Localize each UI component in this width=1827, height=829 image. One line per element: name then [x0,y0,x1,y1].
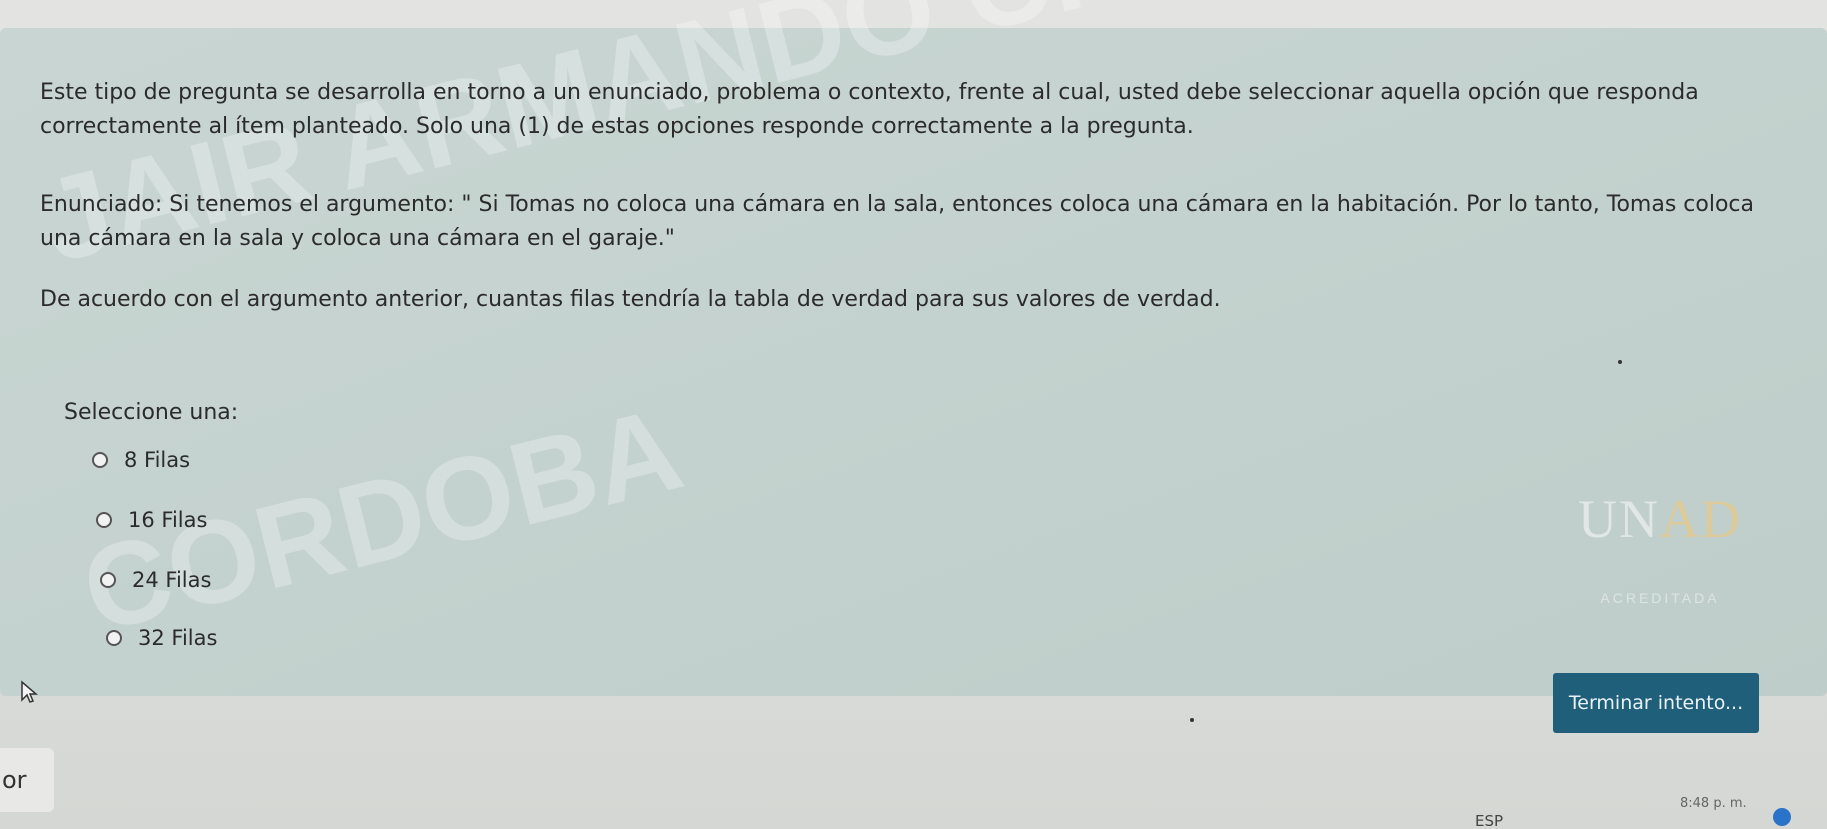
finish-attempt-button[interactable]: Terminar intento... [1553,673,1759,733]
option-label: 32 Filas [138,626,218,650]
dot-icon [1618,360,1622,364]
side-tab[interactable]: or [0,748,54,812]
option-32-filas[interactable]: 32 Filas [106,626,217,650]
unad-logo-mark: UNAD [1540,488,1780,550]
radio-button[interactable] [106,630,122,646]
mouse-cursor-icon [21,680,38,703]
accreditation-text: ACREDITADA [1600,590,1720,606]
logo-text-accent: AD [1660,489,1742,549]
select-label: Seleccione una: [64,400,239,425]
radio-button[interactable] [96,512,112,528]
radio-button[interactable] [100,572,116,588]
taskbar-language[interactable]: ESP [1475,812,1503,829]
question-prompt: Este tipo de pregunta se desarrolla en t… [40,80,1699,139]
logo-text-main: UN [1578,489,1660,549]
radio-button[interactable] [92,452,108,468]
question-card: JAIR ARMANDO CHILITO CORDOBA Este tipo d… [0,0,1827,696]
question-statement: Enunciado: Si tenemos el argumento: " Si… [40,192,1754,251]
notification-icon[interactable] [1773,808,1791,826]
question-text: De acuerdo con el argumento anterior, cu… [40,287,1221,312]
option-label: 16 Filas [128,508,208,532]
option-label: 24 Filas [132,568,212,592]
unad-logo: UNAD ACREDITADA [1540,468,1780,648]
option-24-filas[interactable]: 24 Filas [100,568,211,592]
page: JAIR ARMANDO CHILITO CORDOBA Este tipo d… [0,0,1827,829]
option-label: 8 Filas [124,448,191,472]
option-16-filas[interactable]: 16 Filas [96,508,207,532]
option-8-filas[interactable]: 8 Filas [92,448,190,472]
dot-icon [1190,718,1194,722]
taskbar-clock[interactable]: 8:48 p. m. [1680,796,1747,811]
